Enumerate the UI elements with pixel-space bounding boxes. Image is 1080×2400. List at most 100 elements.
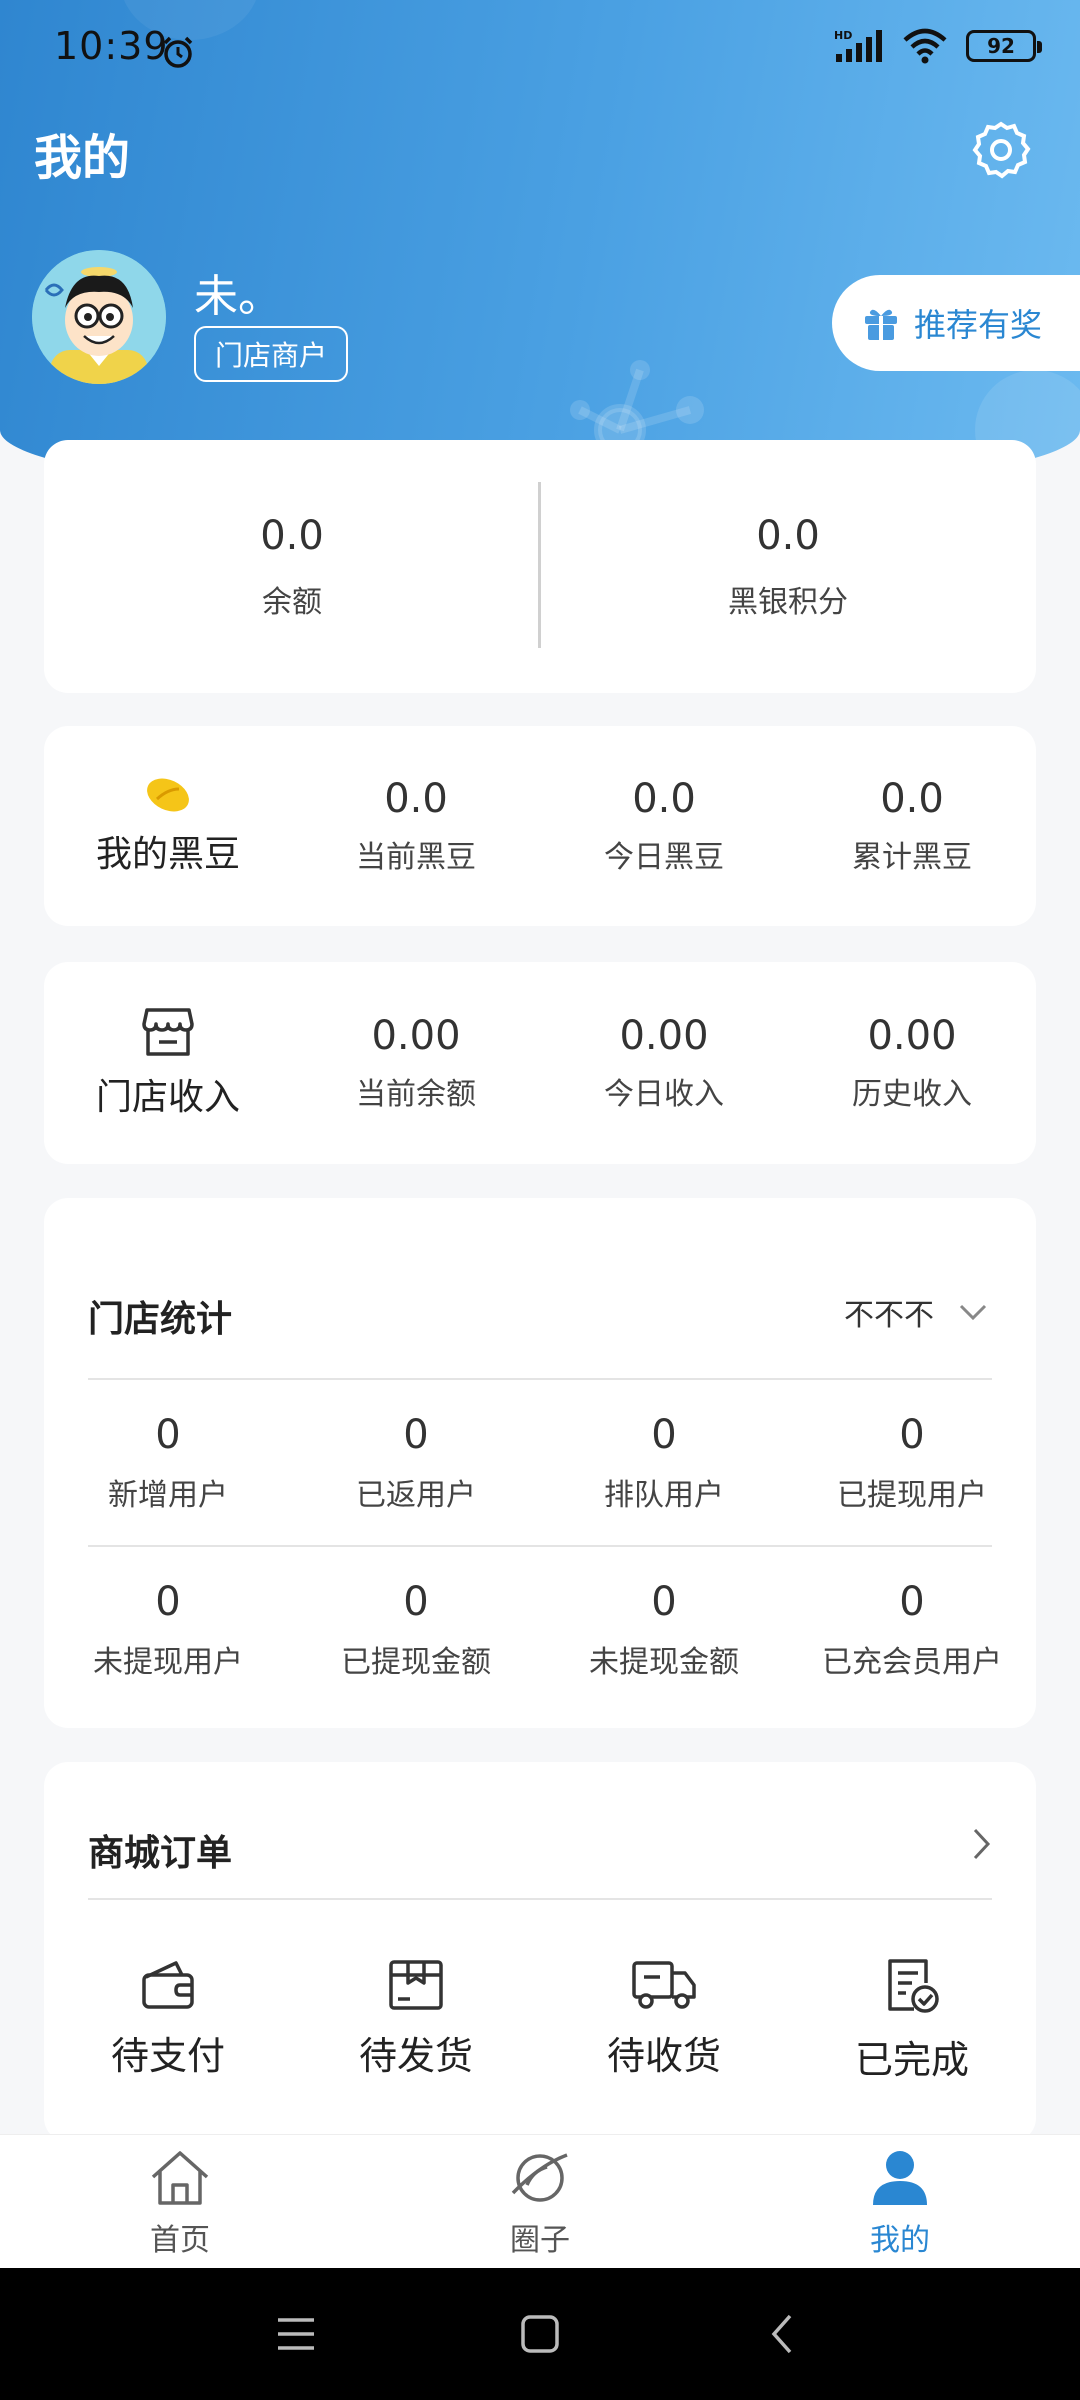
- battery-indicator: 92: [966, 30, 1042, 62]
- alarm-icon: [163, 36, 193, 68]
- tab-mine[interactable]: 我的: [720, 2135, 1080, 2268]
- stat-label: 已提现金额: [341, 1645, 491, 1680]
- today-income-item[interactable]: 0.00 今日收入: [540, 962, 788, 1164]
- system-navigation-bar: [0, 2268, 1080, 2400]
- cartoon-avatar-icon: [32, 250, 166, 384]
- total-beans-value: 0.0: [880, 776, 944, 822]
- current-beans-label: 当前黑豆: [356, 840, 476, 875]
- history-income-label: 历史收入: [852, 1077, 972, 1112]
- page-title: 我的: [34, 130, 131, 186]
- total-beans-item[interactable]: 0.0 累计黑豆: [788, 726, 1036, 926]
- tab-home-label: 首页: [150, 2222, 210, 2258]
- store-stats-card: 门店统计 不不不 0 新增用户 0 已返用户 0 排队用户 0 已提现用户 0 …: [44, 1198, 1036, 1728]
- history-income-item[interactable]: 0.00 历史收入: [788, 962, 1036, 1164]
- stat-value: 0: [155, 1579, 181, 1625]
- today-income-value: 0.00: [619, 1013, 709, 1059]
- stat-label: 已返用户: [356, 1478, 476, 1513]
- queued-users-stat[interactable]: 0 排队用户: [540, 1412, 788, 1542]
- divider: [88, 1898, 992, 1900]
- tab-home[interactable]: 首页: [0, 2135, 360, 2268]
- status-time: 10:39: [54, 24, 169, 68]
- stat-value: 0: [155, 1412, 181, 1458]
- store-stats-title: 门店统计: [88, 1299, 233, 1340]
- stat-label: 新增用户: [108, 1478, 228, 1513]
- current-beans-value: 0.0: [384, 776, 448, 822]
- home-square-icon[interactable]: [516, 2310, 564, 2358]
- not-withdrawn-users-stat[interactable]: 0 未提现用户: [44, 1579, 292, 1709]
- balance-label: 余额: [262, 584, 322, 620]
- chevron-right-icon[interactable]: [966, 1824, 996, 1864]
- black-beans-card: 我的黑豆 0.0 当前黑豆 0.0 今日黑豆 0.0 累计黑豆: [44, 726, 1036, 926]
- box-icon: [389, 1960, 443, 2010]
- stats-filter-dropdown[interactable]: 不不不: [844, 1290, 988, 1334]
- total-beans-label: 累计黑豆: [852, 840, 972, 875]
- wallet-icon: [142, 1961, 194, 2009]
- current-beans-item[interactable]: 0.0 当前黑豆: [292, 726, 540, 926]
- pending-payment-button[interactable]: 待支付: [44, 1957, 292, 2107]
- back-icon[interactable]: [760, 2310, 808, 2358]
- tab-mine-label: 我的: [870, 2222, 930, 2258]
- today-beans-value: 0.0: [632, 776, 696, 822]
- referral-reward-button[interactable]: 推荐有奖: [832, 275, 1080, 371]
- divider: [88, 1378, 992, 1380]
- current-balance-item[interactable]: 0.00 当前余额: [292, 962, 540, 1164]
- pending-receipt-button[interactable]: 待收货: [540, 1957, 788, 2107]
- current-balance-value: 0.00: [371, 1013, 461, 1059]
- today-beans-label: 今日黑豆: [604, 840, 724, 875]
- bean-icon: [147, 778, 189, 812]
- referral-reward-label: 推荐有奖: [914, 306, 1043, 344]
- stat-value: 0: [651, 1579, 677, 1625]
- current-balance-label: 当前余额: [356, 1077, 476, 1112]
- withdrawn-users-stat[interactable]: 0 已提现用户: [788, 1412, 1036, 1542]
- pending-payment-label: 待支付: [110, 2034, 225, 2078]
- stat-value: 0: [899, 1579, 925, 1625]
- pending-shipment-label: 待发货: [358, 2034, 473, 2078]
- withdrawn-amount-stat[interactable]: 0 已提现金额: [292, 1579, 540, 1709]
- today-income-label: 今日收入: [604, 1077, 724, 1112]
- my-beans-entry[interactable]: 我的黑豆: [44, 726, 292, 926]
- settings-gear-icon[interactable]: [968, 118, 1034, 184]
- my-beans-label: 我的黑豆: [95, 834, 240, 875]
- role-badge: 门店商户: [194, 326, 348, 382]
- pending-shipment-button[interactable]: 待发货: [292, 1957, 540, 2107]
- returned-users-stat[interactable]: 0 已返用户: [292, 1412, 540, 1542]
- avatar[interactable]: [32, 250, 166, 384]
- store-income-label: 门店收入: [95, 1077, 240, 1118]
- bottom-tab-bar: 首页 圈子 我的: [0, 2134, 1080, 2268]
- store-icon: [142, 1008, 194, 1056]
- store-income-card: 门店收入 0.00 当前余额 0.00 今日收入 0.00 历史收入: [44, 962, 1036, 1164]
- stats-row: 0 新增用户 0 已返用户 0 排队用户 0 已提现用户: [44, 1412, 1036, 1542]
- stats-row: 0 未提现用户 0 已提现金额 0 未提现金额 0 已充会员用户: [44, 1579, 1036, 1709]
- page: 10:39 HD 92 我的 未。 门店商户 推荐有奖 0.0 余额 0.0 黑…: [0, 0, 1080, 2400]
- tab-circle-label: 圈子: [510, 2222, 570, 2258]
- gift-icon: [865, 309, 897, 340]
- balance-item[interactable]: 0.0 余额: [44, 440, 540, 693]
- stat-label: 已提现用户: [837, 1478, 987, 1513]
- stat-value: 0: [403, 1412, 429, 1458]
- stat-label: 已充会员用户: [822, 1645, 1002, 1680]
- mall-orders-card: 商城订单 待支付 待发货 待收货 已完成: [44, 1762, 1036, 2142]
- home-icon: [151, 2150, 209, 2205]
- new-users-stat[interactable]: 0 新增用户: [44, 1412, 292, 1542]
- chevron-down-icon: [959, 1304, 987, 1321]
- mall-orders-title[interactable]: 商城订单: [88, 1824, 232, 1876]
- store-income-entry[interactable]: 门店收入: [44, 962, 292, 1164]
- status-bar: 10:39 HD 92: [0, 0, 1080, 100]
- wifi-icon: [903, 28, 947, 64]
- stat-value: 0: [899, 1412, 925, 1458]
- silver-points-value: 0.0: [756, 512, 820, 559]
- not-withdrawn-amount-stat[interactable]: 0 未提现金额: [540, 1579, 788, 1709]
- menu-icon[interactable]: [272, 2310, 320, 2358]
- tab-circle[interactable]: 圈子: [360, 2135, 720, 2268]
- member-users-stat[interactable]: 0 已充会员用户: [788, 1579, 1036, 1709]
- pending-receipt-label: 待收货: [606, 2034, 721, 2078]
- today-beans-item[interactable]: 0.0 今日黑豆: [540, 726, 788, 926]
- username: 未。: [194, 271, 282, 322]
- stats-filter-value: 不不不: [844, 1298, 934, 1333]
- silver-points-item[interactable]: 0.0 黑银积分: [540, 440, 1036, 693]
- planet-icon: [511, 2152, 568, 2202]
- truck-icon: [632, 1961, 696, 2009]
- balance-card: 0.0 余额 0.0 黑银积分: [44, 440, 1036, 693]
- history-income-value: 0.00: [867, 1013, 957, 1059]
- completed-orders-button[interactable]: 已完成: [788, 1957, 1036, 2107]
